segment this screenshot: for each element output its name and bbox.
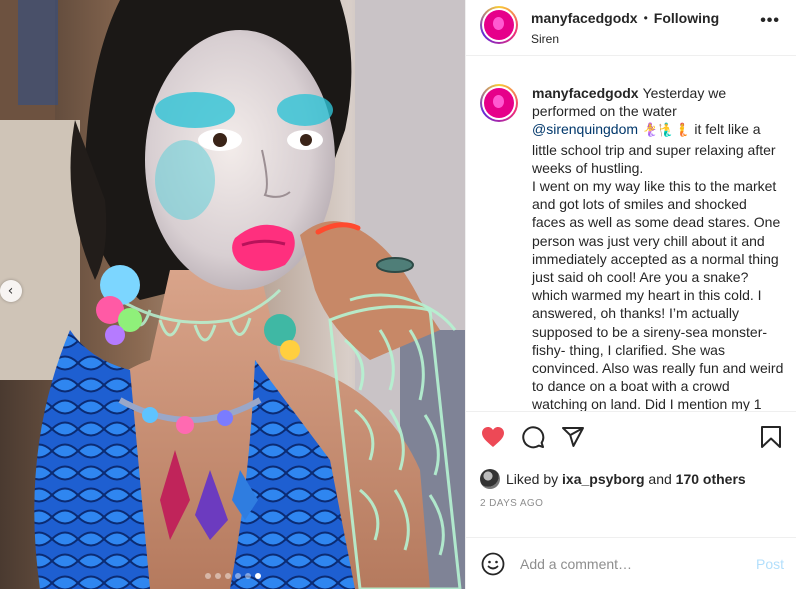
post-timestamp[interactable]: 2 DAYS AGO [466,497,796,537]
post-comment-button[interactable]: Post [756,556,784,572]
carousel-indicator [0,573,465,579]
instagram-post: ‹ manyfacedgodx • Following Siren ••• ma… [0,0,796,589]
caption-text: manyfacedgodx Yesterday we performed on t… [532,84,784,411]
header-separator: • [643,11,648,25]
caption-paragraph: I went on my way like this to the market… [532,178,784,411]
carousel-dot-active [254,573,261,579]
carousel-dot [204,573,211,579]
post-header: manyfacedgodx • Following Siren ••• [466,0,796,56]
caption-emojis: 🧜‍♀️🧜‍♂️🧜 [641,123,691,139]
action-bar [466,411,796,475]
carousel-prev-button[interactable]: ‹ [0,280,22,302]
caption-username[interactable]: manyfacedgodx [532,85,639,101]
photo-illustration [0,0,465,589]
following-button[interactable]: Following [654,10,719,26]
avatar[interactable] [480,6,518,44]
caption-avatar[interactable] [480,84,518,122]
carousel-dot [244,573,251,579]
caption-area: manyfacedgodx Yesterday we performed on t… [466,56,796,411]
smiley-icon[interactable] [480,551,506,577]
ellipsis-icon[interactable]: ••• [760,12,780,30]
comment-icon[interactable] [520,424,546,450]
location-link[interactable]: Siren [531,32,719,46]
chevron-left-icon: ‹ [7,283,14,299]
carousel-dot [224,573,231,579]
carousel-dot [234,573,241,579]
caption-mention-link[interactable]: @sirenquingdom [532,121,638,137]
heart-icon[interactable] [480,424,506,450]
carousel-dot [214,573,221,579]
comment-input[interactable]: Add a comment… [520,556,756,572]
bookmark-icon[interactable] [758,424,784,450]
post-photo[interactable]: ‹ [0,0,465,589]
header-username[interactable]: manyfacedgodx [531,10,638,26]
post-side-panel: manyfacedgodx • Following Siren ••• many… [465,0,796,589]
comment-box: Add a comment… Post [466,537,796,589]
header-text: manyfacedgodx • Following Siren [531,10,719,46]
paper-plane-icon[interactable] [560,424,586,450]
